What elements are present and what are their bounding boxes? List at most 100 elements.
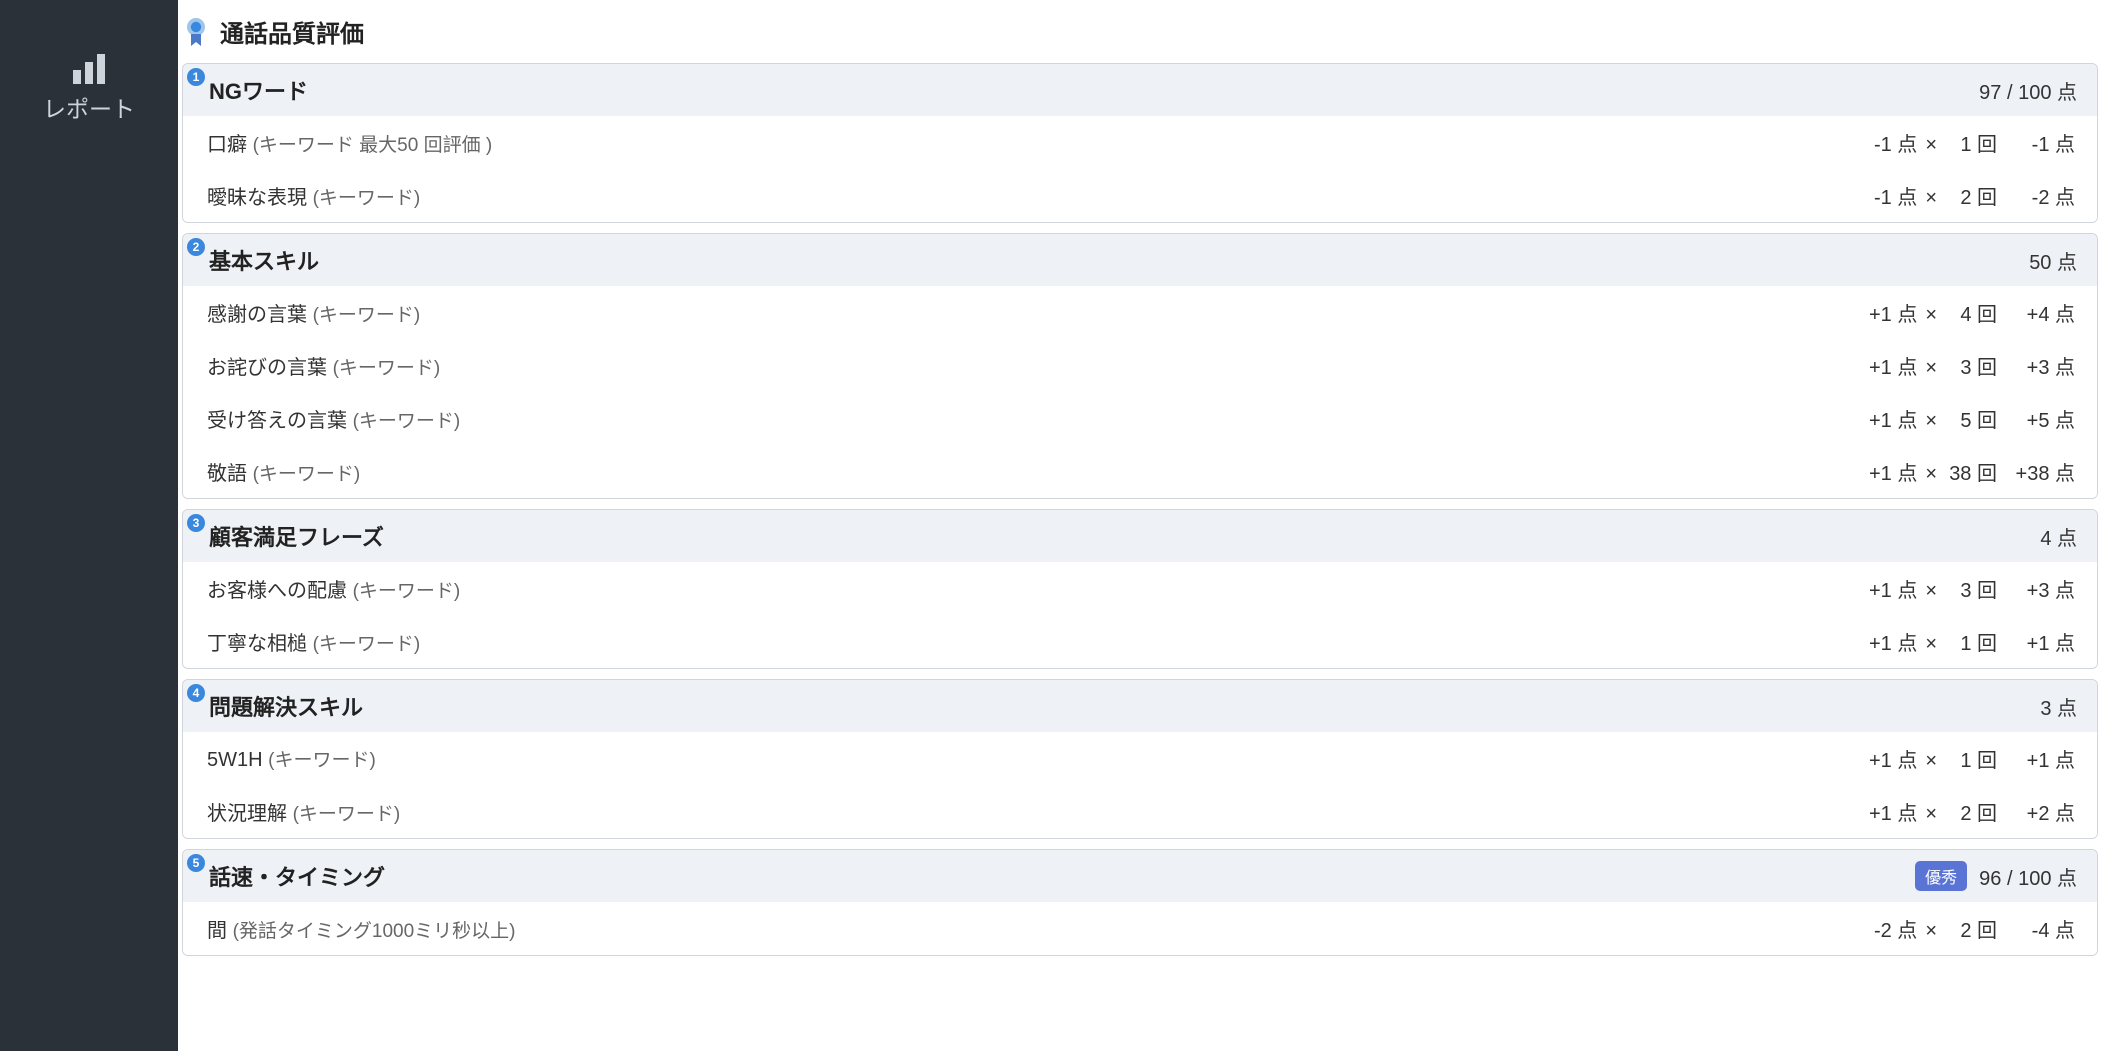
metric-total: +1 点: [1997, 627, 2075, 656]
score-card: 3顧客満足フレーズ4 点お客様への配慮 (キーワード)+1 点×3 回+3 点丁…: [182, 509, 2098, 669]
metric-values: -2 点×2 回-4 点: [1847, 914, 2075, 943]
metric-count: 3 回: [1945, 574, 1997, 603]
card-header[interactable]: 1NGワード 97 / 100 点: [183, 64, 2097, 116]
metric-unit-points: +1 点: [1847, 404, 1917, 433]
card-number-badge: 5: [187, 854, 205, 872]
metric-values: +1 点×2 回+2 点: [1847, 797, 2075, 826]
metric-count: 2 回: [1945, 914, 1997, 943]
metric-label: 敬語 (キーワード): [207, 457, 360, 486]
metric-subtext: (キーワード): [253, 464, 361, 485]
multiply-icon: ×: [1917, 920, 1945, 943]
metric-subtext: (キーワード): [313, 634, 421, 655]
metric-total: -1 点: [1997, 128, 2075, 157]
card-number-badge: 3: [187, 514, 205, 532]
card-score-value: 3 点: [2040, 692, 2077, 721]
card-score: 4 点: [2040, 522, 2077, 551]
card-header[interactable]: 5話速・タイミング 優秀 96 / 100 点: [183, 850, 2097, 902]
metric-total: +3 点: [1997, 574, 2075, 603]
metric-row: 状況理解 (キーワード)+1 点×2 回+2 点: [183, 785, 2097, 838]
card-score: 50 点: [2029, 246, 2077, 275]
sidebar-item-report[interactable]: レポート: [0, 44, 178, 145]
metric-values: +1 点×3 回+3 点: [1847, 351, 2075, 380]
metric-count: 1 回: [1945, 627, 1997, 656]
metric-label: 丁寧な相槌 (キーワード): [207, 627, 420, 656]
metric-count: 4 回: [1945, 298, 1997, 327]
metric-name: 口癖: [207, 134, 247, 156]
card-body: 感謝の言葉 (キーワード)+1 点×4 回+4 点お詫びの言葉 (キーワード)+…: [183, 286, 2097, 498]
metric-row: お客様への配慮 (キーワード) +1 点×3 回+3 点: [183, 562, 2097, 615]
score-card: 2基本スキル50 点感謝の言葉 (キーワード)+1 点×4 回+4 点お詫びの言…: [182, 233, 2098, 499]
metric-name: お客様への配慮: [207, 580, 347, 602]
cards-container: 1NGワード97 / 100 点口癖 (キーワード 最大50 回評価 )-1 点…: [178, 63, 2104, 956]
metric-total: +3 点: [1997, 351, 2075, 380]
card-number-badge: 4: [187, 684, 205, 702]
card-score: 優秀 96 / 100 点: [1915, 861, 2077, 891]
card-body: 5W1H (キーワード)+1 点×1 回+1 点状況理解 (キーワード)+1 点…: [183, 732, 2097, 838]
card-number-badge: 1: [187, 68, 205, 86]
metric-name: 感謝の言葉: [207, 304, 307, 326]
card-score: 97 / 100 点: [1979, 76, 2077, 105]
metric-subtext: (キーワード): [268, 750, 376, 771]
card-title: 顧客満足フレーズ: [209, 520, 384, 552]
metric-total: +38 点: [1997, 457, 2075, 486]
card-title: NGワード: [209, 74, 308, 106]
metric-values: +1 点×1 回+1 点: [1847, 627, 2075, 656]
metric-label: 曖昧な表現 (キーワード): [207, 181, 420, 210]
section-title: 通話品質評価: [220, 14, 364, 49]
metric-label: 間 (発話タイミング1000ミリ秒以上): [207, 914, 516, 943]
metric-total: +2 点: [1997, 797, 2075, 826]
metric-unit-points: -1 点: [1847, 128, 1917, 157]
card-header[interactable]: 2基本スキル 50 点: [183, 234, 2097, 286]
card-title: 問題解決スキル: [209, 690, 363, 722]
metric-unit-points: +1 点: [1847, 574, 1917, 603]
metric-name: 5W1H: [207, 749, 263, 771]
metric-row: 間 (発話タイミング1000ミリ秒以上) -2 点×2 回-4 点: [183, 902, 2097, 955]
metric-values: +1 点×38 回+38 点: [1847, 457, 2075, 486]
metric-total: +4 点: [1997, 298, 2075, 327]
metric-values: -1 点×2 回-2 点: [1847, 181, 2075, 210]
metric-name: 状況理解: [207, 803, 287, 825]
card-score-value: 97 / 100 点: [1979, 76, 2077, 105]
metric-row: 5W1H (キーワード) +1 点×1 回+1 点: [183, 732, 2097, 785]
metric-unit-points: +1 点: [1847, 627, 1917, 656]
metric-count: 2 回: [1945, 181, 1997, 210]
metric-subtext: (キーワード): [313, 305, 421, 326]
metric-count: 38 回: [1945, 457, 1997, 486]
metric-name: お詫びの言葉: [207, 357, 327, 379]
card-score-value: 96 / 100 点: [1979, 862, 2077, 891]
metric-name: 曖昧な表現: [207, 187, 307, 209]
card-score-value: 4 点: [2040, 522, 2077, 551]
score-card: 5話速・タイミング 優秀 96 / 100 点間 (発話タイミング1000ミリ秒以上…: [182, 849, 2098, 956]
card-header[interactable]: 4問題解決スキル 3 点: [183, 680, 2097, 732]
metric-row: 受け答えの言葉 (キーワード)+1 点×5 回+5 点: [183, 392, 2097, 445]
metric-unit-points: +1 点: [1847, 744, 1917, 773]
award-ribbon-icon: [184, 17, 208, 47]
metric-row: 丁寧な相槌 (キーワード) +1 点×1 回+1 点: [183, 615, 2097, 668]
metric-count: 3 回: [1945, 351, 1997, 380]
metric-unit-points: +1 点: [1847, 457, 1917, 486]
metric-name: 丁寧な相槌: [207, 633, 307, 655]
metric-subtext: (キーワード): [353, 581, 461, 602]
card-title: 話速・タイミング: [209, 860, 385, 892]
metric-subtext: (キーワード): [333, 358, 441, 379]
sidebar-item-label: レポート: [43, 96, 135, 122]
metric-label: 5W1H (キーワード): [207, 745, 376, 772]
metric-unit-points: +1 点: [1847, 351, 1917, 380]
app-layout: レポート 通話品質評価 1NGワード97 / 100 点口癖 (キーワード 最大…: [0, 0, 2104, 1051]
multiply-icon: ×: [1917, 357, 1945, 380]
multiply-icon: ×: [1917, 580, 1945, 603]
metric-row: お詫びの言葉 (キーワード) +1 点×3 回+3 点: [183, 339, 2097, 392]
metric-name: 敬語: [207, 463, 247, 485]
card-body: お客様への配慮 (キーワード)+1 点×3 回+3 点丁寧な相槌 (キーワード)…: [183, 562, 2097, 668]
card-header[interactable]: 3顧客満足フレーズ 4 点: [183, 510, 2097, 562]
metric-values: +1 点×4 回+4 点: [1847, 298, 2075, 327]
metric-total: -4 点: [1997, 914, 2075, 943]
multiply-icon: ×: [1917, 187, 1945, 210]
card-body: 間 (発話タイミング1000ミリ秒以上) -2 点×2 回-4 点: [183, 902, 2097, 955]
metric-values: +1 点×1 回+1 点: [1847, 744, 2075, 773]
card-number-badge: 2: [187, 238, 205, 256]
card-title: 基本スキル: [209, 244, 319, 276]
card-score: 3 点: [2040, 692, 2077, 721]
status-badge: 優秀: [1915, 861, 1967, 891]
metric-values: -1 点×1 回-1 点: [1847, 128, 2075, 157]
